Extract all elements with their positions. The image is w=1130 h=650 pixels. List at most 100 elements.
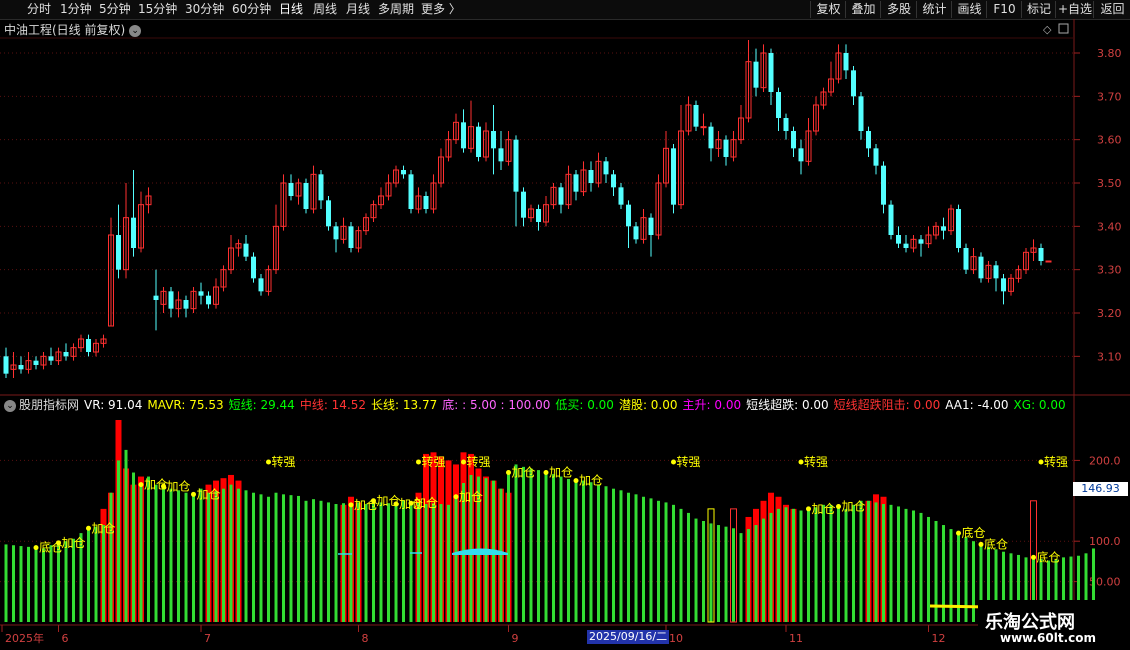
vr-bar — [529, 468, 533, 622]
indicator-value-6: 低买: 0.00 — [555, 398, 614, 412]
candle-body-down — [423, 196, 429, 209]
indicator-value-7: 潜股: 0.00 — [618, 398, 678, 412]
vr-bar — [102, 525, 105, 622]
vr-bar — [687, 512, 690, 622]
indicator-value-0: VR: 91.04 — [84, 398, 143, 412]
candle-body-down — [521, 191, 526, 218]
signal-label-10: 加仓 — [414, 496, 438, 510]
vr-bar — [717, 525, 720, 622]
signal-label-24: 底仓 — [1037, 549, 1061, 564]
vr-bar — [657, 500, 660, 622]
vr-bar — [72, 538, 75, 622]
signal-dot — [266, 459, 271, 465]
kline-chart[interactable]: 3.80 3.70 3.60 3.50 3.40 3.30 3.20 3.10 ◇ 200.0 10… — [0, 0, 1130, 650]
signal-dot — [1031, 554, 1036, 560]
vr-bar — [604, 486, 608, 622]
vr-bar — [169, 488, 173, 622]
vr-bar — [387, 503, 390, 622]
candle-body-down — [783, 118, 789, 131]
vr-bar — [19, 546, 23, 622]
candle-body-down — [63, 352, 69, 357]
candle-body-down — [881, 165, 886, 205]
signal-label-18: 转强 — [804, 454, 828, 469]
candle-body-down — [491, 131, 496, 149]
vr-bar — [447, 504, 450, 622]
candle-body-down — [348, 226, 354, 248]
candle-body-down — [401, 170, 406, 175]
vr-bar — [664, 502, 668, 622]
signal-label-13: 转强 — [467, 454, 491, 469]
vr-bar — [567, 478, 570, 622]
candle-body-down — [153, 295, 159, 300]
vr-bar — [709, 523, 713, 622]
vr-bar — [739, 533, 743, 622]
candle-body-down — [791, 131, 796, 149]
vr-bar — [837, 506, 840, 622]
signal-dot — [371, 498, 376, 504]
vr-bar — [769, 512, 773, 622]
candle-body-down — [513, 139, 519, 192]
vr-bar — [64, 541, 68, 622]
vr-bar — [424, 504, 428, 622]
vr-bar — [139, 484, 143, 622]
brand-url: www.60lt.com — [1000, 631, 1097, 645]
candle-body-down — [536, 209, 541, 222]
candle-body-up — [1045, 260, 1052, 263]
signal-dot — [836, 503, 841, 509]
signal-label-14: 加仓 — [512, 466, 536, 480]
indicator-value-10: 短线超跌阻击: 0.00 — [833, 398, 941, 412]
signal-dot — [138, 482, 144, 488]
vr-bar — [784, 507, 788, 622]
candle-body-down — [251, 256, 256, 279]
vr-bar — [274, 492, 278, 622]
candle-body-down — [498, 148, 504, 162]
indicator-value-2: 短线: 29.44 — [228, 398, 295, 412]
vr-bar — [544, 472, 548, 622]
diamond-icon: ◇ — [1043, 23, 1052, 36]
vr-bar — [379, 502, 383, 622]
vr-bar — [252, 492, 255, 622]
vr-bar — [694, 518, 698, 622]
indicator-value-12: XG: 0.00 — [1013, 398, 1066, 412]
indicator-value-4: 长线: 13.77 — [371, 398, 438, 412]
vr-bar — [349, 504, 353, 622]
vr-bar — [49, 545, 53, 622]
candle-body-down — [198, 291, 204, 296]
signal-label-1: 加仓 — [62, 536, 86, 550]
vr-bar — [132, 472, 135, 622]
vr-bar — [334, 504, 338, 622]
candle-body-down — [206, 295, 211, 305]
signal-dot — [33, 545, 39, 551]
vr-bar — [882, 504, 885, 622]
time-label: 9 — [512, 632, 519, 645]
signal-label-16: 加仓 — [579, 474, 603, 488]
vr-bar — [597, 484, 600, 622]
vr-bar — [859, 500, 863, 622]
vr-bar — [972, 541, 975, 622]
indicator-label: 100.0 — [1089, 535, 1121, 548]
vr-bar — [409, 503, 413, 622]
vr-bar — [214, 491, 218, 622]
vr-bar — [304, 500, 308, 622]
vr-bar — [154, 484, 158, 622]
vr-bar — [792, 508, 795, 622]
candle-body-down — [978, 256, 984, 279]
selected-date-tag: 2025/09/16/二 — [587, 630, 670, 644]
vr-bar — [927, 516, 930, 622]
vr-bar — [4, 544, 8, 622]
vr-bar — [679, 508, 683, 622]
vr-bar — [612, 488, 615, 622]
time-label: 8 — [362, 632, 369, 645]
time-label: 10 — [669, 632, 683, 645]
signal-dot — [671, 459, 676, 465]
indicator-menu-icon[interactable]: ⌄ — [4, 400, 16, 412]
time-label: 12 — [932, 632, 946, 645]
vr-bar — [394, 504, 398, 622]
vr-bar — [499, 488, 503, 622]
candle-body-down — [48, 356, 54, 361]
vr-bar — [57, 542, 60, 622]
vr-bar — [732, 528, 735, 622]
candle-body-down — [86, 339, 91, 352]
candle-body-down — [941, 226, 946, 231]
vr-bar — [432, 503, 435, 622]
